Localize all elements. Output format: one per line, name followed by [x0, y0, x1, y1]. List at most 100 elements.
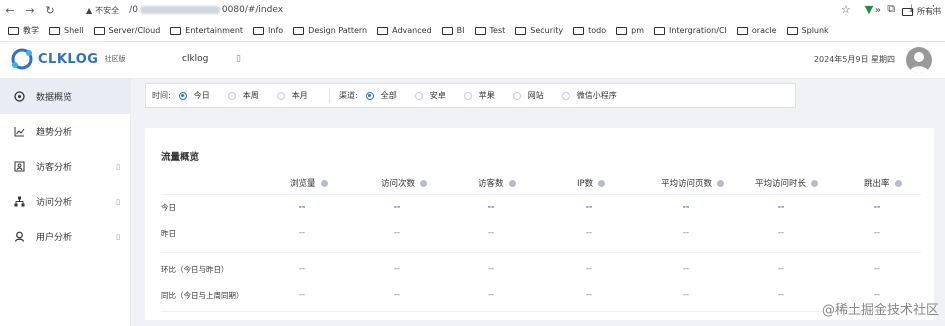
help-icon[interactable]	[811, 179, 819, 187]
star-icon[interactable]: ☆	[841, 3, 851, 16]
radio-channel-all[interactable]: 全部	[365, 90, 397, 101]
table-cell: --	[777, 202, 785, 211]
column-header: 访客数	[478, 177, 516, 189]
shield-extension-icon[interactable]: ▼	[865, 3, 873, 16]
bookmark-item[interactable]: Shell	[49, 26, 84, 35]
help-icon[interactable]	[420, 179, 428, 187]
sidebar-item-label: 用户分析	[36, 233, 73, 243]
radio-channel-ios[interactable]: 苹果	[463, 90, 495, 101]
radio-channel-wechat[interactable]: 微信小程序	[561, 90, 617, 101]
sidebar-item-user[interactable]: 用户分析 ▯	[0, 219, 130, 254]
help-icon[interactable]	[717, 179, 725, 187]
bookmark-item[interactable]: pm	[616, 26, 644, 35]
radio-this-month[interactable]: 本月	[276, 90, 308, 101]
folder-icon	[170, 26, 182, 35]
table-cell: --	[778, 290, 784, 299]
table-cell: --	[393, 202, 401, 211]
column-header: 平均访问页数	[661, 177, 725, 189]
avatar[interactable]	[906, 47, 932, 73]
radio-dot-icon	[561, 91, 570, 100]
bookmark-item[interactable]: 教学	[8, 25, 39, 36]
row-label: 昨日	[161, 229, 176, 238]
bookmarks-bar: 教学 Shell Server/Cloud Entertainment Info Desi…	[0, 20, 945, 42]
extensions-icon[interactable]: ⧉	[887, 2, 895, 16]
gauge-icon	[14, 91, 25, 102]
table-cell: --	[299, 228, 305, 237]
sidebar-item-overview[interactable]: 数据概览	[0, 79, 130, 114]
table-cell: --	[488, 290, 494, 299]
folder-icon	[515, 26, 527, 35]
radio-today[interactable]: 今日	[178, 90, 210, 101]
sidebar-item-visitor[interactable]: 访客分析 ▯	[0, 149, 130, 184]
bookmark-item[interactable]: Info	[253, 26, 283, 35]
trend-chart-icon	[14, 126, 25, 137]
help-icon[interactable]	[598, 179, 606, 187]
expand-icon[interactable]: ▯	[116, 233, 120, 241]
bookmark-item[interactable]: Intergration/CI	[654, 26, 727, 35]
bookmark-item[interactable]: todo	[573, 26, 606, 35]
help-icon[interactable]	[894, 179, 902, 187]
current-date: 2024年5月9日 星期四	[813, 55, 895, 64]
folder-icon	[786, 26, 798, 35]
help-icon[interactable]	[508, 179, 516, 187]
folder-icon	[293, 26, 305, 35]
sidebar-item-trend[interactable]: 趋势分析	[0, 114, 130, 149]
back-icon[interactable]: ←	[0, 0, 20, 20]
table-cell: --	[298, 202, 306, 211]
table-cell: --	[683, 264, 689, 273]
bookmark-item[interactable]: Advanced	[377, 26, 432, 35]
row-divider	[161, 311, 921, 312]
logo-icon	[10, 47, 34, 71]
table-cell: --	[487, 202, 495, 211]
folder-icon	[8, 26, 19, 35]
table-cell: --	[778, 228, 784, 237]
table-cell: --	[874, 228, 880, 237]
expand-icon[interactable]: ▯	[116, 163, 120, 171]
address-bar[interactable]: ▲ 不安全 /0 0080/#/index	[82, 2, 283, 18]
app-selector[interactable]: clklog	[182, 54, 208, 64]
traffic-overview-card: 流量概览 浏览量 访问次数 访客数 IP数 平均访问页数 平均访问时长 跳出率 今日 -- -- -…	[145, 128, 934, 320]
bookmark-item[interactable]: Entertainment	[170, 26, 243, 35]
row-label: 同比（今日与上周同期）	[161, 291, 244, 300]
expand-icon[interactable]: ▯	[116, 198, 120, 206]
bookmark-all[interactable]: 所有书	[902, 6, 941, 17]
bookmark-item[interactable]: Design Pattern	[293, 26, 367, 35]
radio-dot-icon	[512, 91, 521, 100]
sidebar-item-label: 访客分析	[36, 163, 73, 173]
radio-channel-android[interactable]: 安卓	[414, 90, 446, 101]
sidebar-item-label: 数据概览	[36, 93, 73, 103]
radio-dot-icon	[227, 91, 236, 100]
row-label: 环比（今日与昨日）	[161, 265, 229, 274]
bookmark-item[interactable]: Splunk	[786, 26, 829, 35]
watermark: @稀土掘金技术社区	[821, 303, 939, 318]
bookmark-item[interactable]: Test	[474, 26, 505, 35]
bookmark-item[interactable]: BI	[441, 26, 465, 35]
radio-channel-web[interactable]: 网站	[512, 90, 544, 101]
sidebar-item-access[interactable]: 访问分析 ▯	[0, 184, 130, 219]
table-cell: --	[394, 228, 400, 237]
folder-icon	[474, 26, 486, 35]
radio-dot-icon	[365, 91, 374, 100]
filter-bar: 时间: 今日 本周 本月 渠道: 全部 安卓 苹果 网站 微信小程序	[145, 83, 796, 108]
bookmark-item[interactable]: Server/Cloud	[93, 26, 160, 35]
table-cell: --	[682, 202, 690, 211]
radio-dot-icon	[414, 91, 423, 100]
table-cell: --	[299, 290, 305, 299]
bookmark-item[interactable]: oracle	[736, 26, 777, 35]
table-cell: --	[394, 264, 400, 273]
help-icon[interactable]	[320, 179, 328, 187]
reload-icon[interactable]: ↻	[40, 0, 60, 20]
bookmark-item[interactable]: Security	[515, 26, 563, 35]
user-card-icon	[14, 161, 25, 172]
app-dropdown-icon[interactable]: ▯	[236, 54, 241, 64]
radio-this-week[interactable]: 本周	[227, 90, 259, 101]
bookmarks-overflow[interactable]: »	[875, 5, 881, 16]
table-cell: --	[586, 264, 592, 273]
folder-icon	[253, 26, 265, 35]
table-cell: --	[394, 290, 400, 299]
logo[interactable]: CLKLOG 社区版	[10, 47, 125, 71]
forward-icon[interactable]: →	[20, 0, 40, 20]
table-cell: --	[874, 290, 880, 299]
radio-dot-icon	[276, 91, 285, 100]
insecure-badge[interactable]: ▲ 不安全	[82, 4, 123, 17]
